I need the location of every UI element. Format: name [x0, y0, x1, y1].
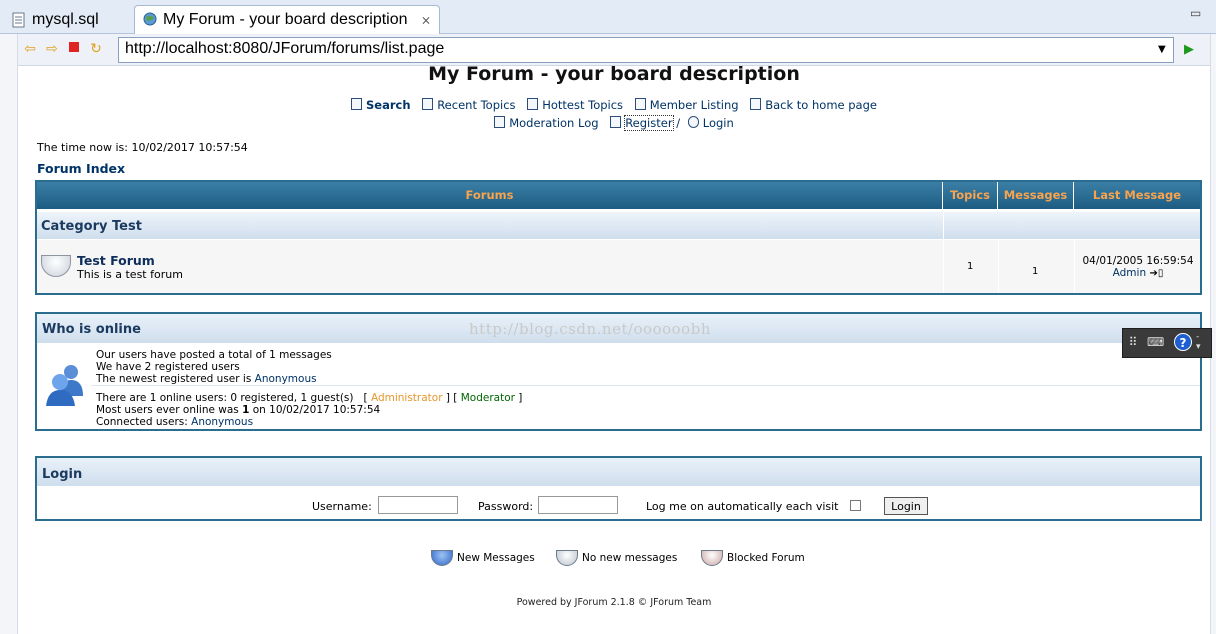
online-users-line: There are 1 online users: 0 registered, …: [96, 392, 523, 404]
home-icon: [750, 98, 762, 110]
menu-back-home[interactable]: Back to home page: [750, 98, 877, 112]
forward-arrow-icon[interactable]: ⇨: [44, 41, 60, 57]
login-panel: Login Username: Password: Log me on auto…: [35, 456, 1202, 521]
browser-toolbar: ⇦ ⇨ ↻ http://localhost:8080/JForum/forum…: [18, 34, 1216, 66]
online-header: Who is online http://blog.csdn.net/ooooo…: [37, 314, 1200, 343]
legend-new: New Messages: [431, 550, 535, 566]
messages-count: 1: [1032, 266, 1039, 277]
header-topics: Topics: [943, 182, 998, 209]
legend-blocked: Blocked Forum: [701, 550, 805, 566]
tab-mysql-sql[interactable]: mysql.sql: [4, 5, 132, 34]
legend-no-new: No new messages: [556, 550, 677, 566]
menu-register[interactable]: Register: [610, 115, 674, 131]
back-arrow-icon[interactable]: ⇦: [22, 41, 38, 57]
url-input[interactable]: http://localhost:8080/JForum/forums/list…: [118, 37, 1174, 63]
users-icon: [46, 365, 83, 406]
grip-icon[interactable]: ⠿: [1125, 335, 1141, 349]
who-is-online-panel: Who is online http://blog.csdn.net/ooooo…: [35, 312, 1202, 431]
forum-name-link[interactable]: Test Forum: [77, 253, 155, 268]
register-check-icon: [610, 116, 622, 128]
most-users-line: Most users ever online was 1 on 10/02/20…: [96, 404, 381, 416]
stop-icon[interactable]: [66, 41, 82, 57]
topics-count: 1: [967, 261, 974, 272]
newest-user-line: The newest registered user is Anonymous: [96, 373, 317, 385]
search-icon: [351, 98, 363, 110]
watermark: http://blog.csdn.net/oooooobh: [469, 320, 711, 338]
menu-member-listing[interactable]: Member Listing: [634, 98, 739, 112]
login-header: Login: [37, 458, 1200, 486]
refresh-icon[interactable]: ↻: [88, 41, 104, 57]
header-last-message: Last Message: [1074, 182, 1200, 209]
menu-hottest-topics[interactable]: Hottest Topics: [527, 98, 623, 112]
login-form: Username: Password: Log me on automatica…: [37, 492, 1200, 518]
menu-recent-topics[interactable]: Recent Topics: [422, 98, 516, 112]
blocked-forum-icon: [701, 550, 723, 566]
hottest-topics-icon: [527, 98, 539, 110]
login-title: Login: [42, 467, 83, 482]
new-messages-icon: [431, 550, 453, 566]
category-row: Category Test: [37, 211, 1200, 240]
divider: [91, 385, 1200, 386]
left-panel-strip: [0, 34, 18, 634]
menu-search[interactable]: Search: [351, 98, 411, 112]
login-button[interactable]: Login: [884, 497, 928, 515]
last-message-date: 04/01/2005 16:59:54: [1082, 255, 1194, 267]
help-icon[interactable]: ?: [1174, 333, 1192, 351]
login-icon: [687, 116, 699, 128]
forum-index-link[interactable]: Forum Index: [37, 161, 125, 176]
web-page: My Forum - your board description Search…: [18, 63, 1210, 634]
username-field[interactable]: [378, 496, 458, 514]
moderation-log-icon: [494, 116, 506, 128]
footer: Powered by JForum 2.1.8 © JForum Team: [516, 597, 712, 608]
moderator-legend: Moderator: [460, 392, 515, 404]
no-new-messages-icon: [41, 255, 71, 277]
auto-login-checkbox[interactable]: [850, 500, 861, 511]
ime-toolbar: ⠿ ⌨ ? - ▾: [1122, 328, 1212, 358]
menu-login[interactable]: Login: [687, 116, 734, 130]
online-title[interactable]: Who is online: [42, 322, 141, 337]
password-field[interactable]: [538, 496, 618, 514]
close-icon[interactable]: ⨯: [421, 13, 431, 27]
tab-label: My Forum - your board description: [163, 11, 408, 28]
recent-topics-icon: [422, 98, 434, 110]
keyboard-icon[interactable]: ⌨: [1147, 335, 1164, 349]
category-link[interactable]: Category Test: [41, 219, 142, 234]
total-messages: Our users have posted a total of 1 messa…: [96, 349, 332, 361]
connected-users-line: Connected users: Anonymous: [96, 416, 254, 428]
secondary-menu: Moderation Log Register / Login: [18, 115, 1210, 131]
sql-file-icon: [12, 12, 26, 28]
header-forums: Forums: [37, 182, 943, 209]
header-messages: Messages: [998, 182, 1074, 209]
menu-separator: /: [676, 116, 681, 130]
menu-moderation-log[interactable]: Moderation Log: [494, 116, 599, 130]
page-title: My Forum - your board description: [428, 63, 800, 85]
username-label: Username:: [312, 500, 372, 513]
current-time: The time now is: 10/02/2017 10:57:54: [37, 141, 248, 154]
tab-my-forum[interactable]: My Forum - your board description ⨯: [134, 5, 440, 34]
registered-users: We have 2 registered users: [96, 361, 240, 373]
administrator-legend: Administrator: [370, 392, 443, 404]
minimize-icon[interactable]: - ▾: [1196, 332, 1201, 352]
password-label: Password:: [478, 500, 534, 513]
no-new-messages-icon: [556, 550, 578, 566]
globe-icon: [143, 12, 157, 28]
tab-label: mysql.sql: [32, 10, 99, 28]
main-menu: Search Recent Topics Hottest Topics Memb…: [18, 98, 1210, 112]
go-icon[interactable]: ▶: [1184, 42, 1194, 57]
last-message: 04/01/2005 16:59:54 Admin ➔▯: [1077, 255, 1199, 279]
last-message-user[interactable]: Admin: [1113, 267, 1146, 279]
chevron-down-icon[interactable]: ▼: [1158, 44, 1166, 55]
forum-description: This is a test forum: [77, 268, 183, 281]
connected-user-link[interactable]: Anonymous: [191, 416, 253, 428]
table-row: Test Forum This is a test forum 1 1 04/0…: [37, 240, 1200, 293]
minimize-icon[interactable]: ▭: [1190, 6, 1201, 20]
auto-login-label: Log me on automatically each visit: [646, 500, 839, 513]
member-list-icon: [634, 98, 646, 110]
editor-tab-bar: mysql.sql My Forum - your board descript…: [0, 0, 1216, 34]
forums-table: Forums Topics Messages Last Message Cate…: [35, 180, 1202, 295]
go-to-post-icon[interactable]: ➔▯: [1149, 268, 1163, 279]
newest-user-link[interactable]: Anonymous: [255, 373, 317, 385]
